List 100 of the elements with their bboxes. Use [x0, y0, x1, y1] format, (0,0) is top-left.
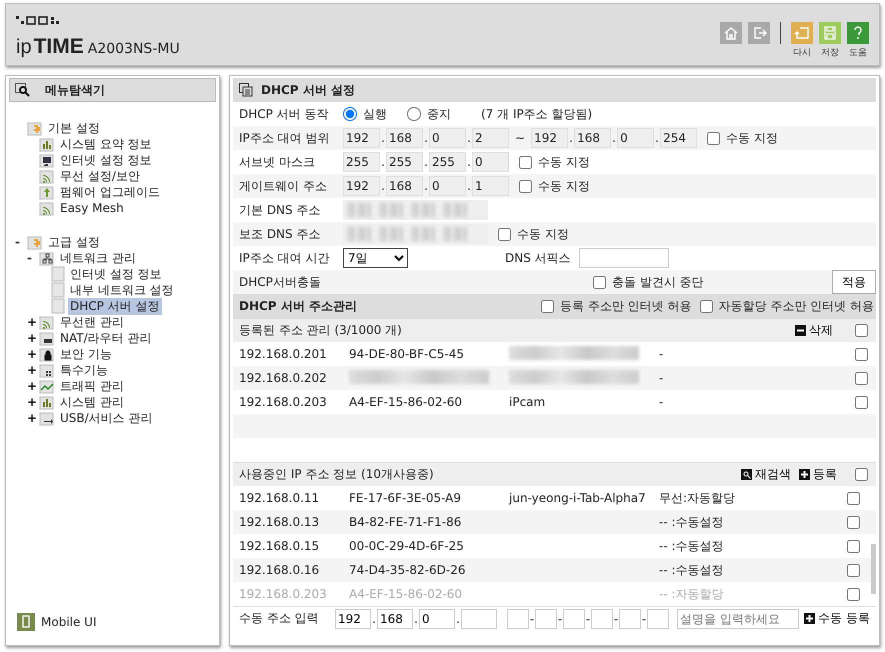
- tree-item[interactable]: 무선랜 관리: [58, 314, 126, 330]
- checkbox[interactable]: [700, 300, 713, 312]
- row-checkbox[interactable]: [847, 492, 860, 504]
- table-cell-text: -- :수동설정: [659, 538, 725, 554]
- tree-item[interactable]: DHCP 서버 설정: [68, 298, 162, 314]
- checkbox[interactable]: [593, 276, 606, 288]
- expand-toggle[interactable]: +: [27, 364, 36, 376]
- tree-item[interactable]: 인터넷 설정 정보: [58, 152, 154, 168]
- toolbar-icon-button[interactable]: [748, 22, 770, 44]
- octet-field[interactable]: 0: [429, 176, 466, 196]
- tree-item[interactable]: 기본 설정: [46, 120, 102, 136]
- tree-item[interactable]: 펌웨어 업그레이드: [58, 184, 162, 200]
- checkbox[interactable]: [498, 228, 511, 240]
- select-all-checkbox[interactable]: [855, 468, 868, 481]
- grid-icon: [39, 362, 55, 378]
- dns-suffix-field[interactable]: [578, 248, 669, 268]
- octet-field[interactable]: 255: [429, 152, 466, 172]
- upload-icon: [39, 184, 55, 200]
- row-checkbox[interactable]: [847, 540, 860, 552]
- tree-item[interactable]: 시스템 관리: [58, 394, 126, 410]
- rescan-button[interactable]: 재검색: [741, 466, 791, 483]
- toolbar-button[interactable]: 다시: [791, 22, 813, 59]
- toolbar-button[interactable]: 저장: [819, 22, 841, 59]
- octet-field[interactable]: [461, 608, 497, 628]
- tree-item[interactable]: 특수기능: [58, 362, 110, 378]
- octet-field[interactable]: 0: [472, 152, 509, 172]
- octet-field[interactable]: 1: [472, 176, 509, 196]
- octet-field[interactable]: 168: [574, 128, 612, 148]
- octet-field[interactable]: 192: [343, 128, 380, 148]
- octet-field[interactable]: 2: [472, 128, 509, 148]
- mac-field[interactable]: [647, 608, 669, 628]
- checkbox[interactable]: [519, 156, 532, 168]
- save-icon: [819, 22, 841, 44]
- tree-item[interactable]: NAT/라우터 관리: [58, 330, 154, 346]
- radio-label: 중지: [427, 106, 451, 122]
- radio-button[interactable]: [407, 107, 421, 121]
- octet-field[interactable]: 168: [386, 176, 423, 196]
- toolbar-button[interactable]: 도움: [847, 22, 869, 59]
- checkbox[interactable]: [519, 180, 532, 192]
- table-cell-text: 94-DE-80-BF-C5-45: [349, 347, 466, 361]
- tree-item[interactable]: 인터넷 설정 정보: [68, 266, 164, 282]
- mac-field[interactable]: [563, 608, 585, 628]
- mobile-ui-link[interactable]: Mobile UI: [41, 615, 96, 629]
- octet-field[interactable]: 255: [386, 152, 423, 172]
- expand-toggle[interactable]: +: [27, 348, 36, 360]
- table-cell-text: A4-EF-15-86-02-60: [349, 587, 464, 601]
- tree-item[interactable]: 트래픽 관리: [58, 378, 126, 394]
- separator: .: [380, 131, 386, 145]
- status-note: (7 개 IP주소 할당됨): [481, 106, 592, 122]
- checkbox[interactable]: [707, 132, 720, 144]
- octet-field[interactable]: 255: [343, 152, 380, 172]
- apply-button[interactable]: 적용: [832, 270, 876, 294]
- radio-button[interactable]: [343, 107, 357, 121]
- collapse-toggle[interactable]: -: [15, 236, 24, 248]
- tree-item[interactable]: USB/서비스 관리: [58, 410, 154, 426]
- toolbar-icon-button[interactable]: [720, 22, 742, 44]
- tree-item[interactable]: 시스템 요약 정보: [58, 136, 154, 152]
- expand-toggle[interactable]: +: [27, 412, 36, 424]
- separator: .: [380, 179, 386, 193]
- mac-field[interactable]: [619, 608, 641, 628]
- manual-register-button[interactable]: 수동 등록: [804, 610, 870, 627]
- row-checkbox[interactable]: [855, 348, 868, 360]
- octet-field[interactable]: 192: [343, 176, 380, 196]
- expand-toggle[interactable]: +: [27, 332, 36, 344]
- delete-button[interactable]: 삭제: [795, 322, 833, 339]
- tree-item[interactable]: Easy Mesh: [58, 201, 126, 215]
- lease-time-select[interactable]: 7일: [343, 248, 408, 268]
- expand-toggle[interactable]: +: [27, 380, 36, 392]
- octet-field[interactable]: 192: [335, 608, 371, 628]
- expand-toggle[interactable]: +: [27, 396, 36, 408]
- description-field[interactable]: 설명을 입력하세요: [677, 608, 799, 628]
- octet-field[interactable]: 254: [660, 128, 698, 148]
- octet-field[interactable]: 192: [531, 128, 568, 148]
- row-checkbox[interactable]: [855, 372, 868, 384]
- bar-chart-icon: [39, 394, 55, 410]
- tree-item[interactable]: 네트워크 관리: [58, 250, 138, 266]
- select-all-checkbox[interactable]: [855, 324, 868, 337]
- collapse-toggle[interactable]: -: [27, 252, 36, 264]
- octet-field[interactable]: 0: [429, 128, 466, 148]
- octet-field[interactable]: 168: [386, 128, 423, 148]
- checkbox[interactable]: [541, 300, 554, 312]
- octet-field[interactable]: 0: [617, 128, 654, 148]
- row-checkbox[interactable]: [855, 396, 868, 408]
- octet-field[interactable]: 0: [419, 608, 455, 628]
- field-label: 서브넷 마스크: [239, 154, 316, 170]
- row-checkbox[interactable]: [847, 516, 860, 528]
- tree-item[interactable]: 고급 설정: [46, 234, 102, 250]
- tree-item[interactable]: 무선 설정/보안: [58, 168, 142, 184]
- row-checkbox[interactable]: [847, 564, 860, 576]
- mac-field[interactable]: [591, 608, 613, 628]
- plus-icon: [804, 613, 816, 624]
- register-button[interactable]: 등록: [799, 466, 837, 483]
- mac-field[interactable]: [535, 608, 557, 628]
- table-cell-text: B4-82-FE-71-F1-86: [349, 515, 462, 529]
- octet-field[interactable]: 168: [377, 608, 413, 628]
- tree-item[interactable]: 내부 네트워크 설정: [68, 282, 176, 298]
- mac-field[interactable]: [507, 608, 529, 628]
- expand-toggle[interactable]: +: [27, 316, 36, 328]
- separator: .: [423, 155, 429, 169]
- tree-item[interactable]: 보안 기능: [58, 346, 114, 362]
